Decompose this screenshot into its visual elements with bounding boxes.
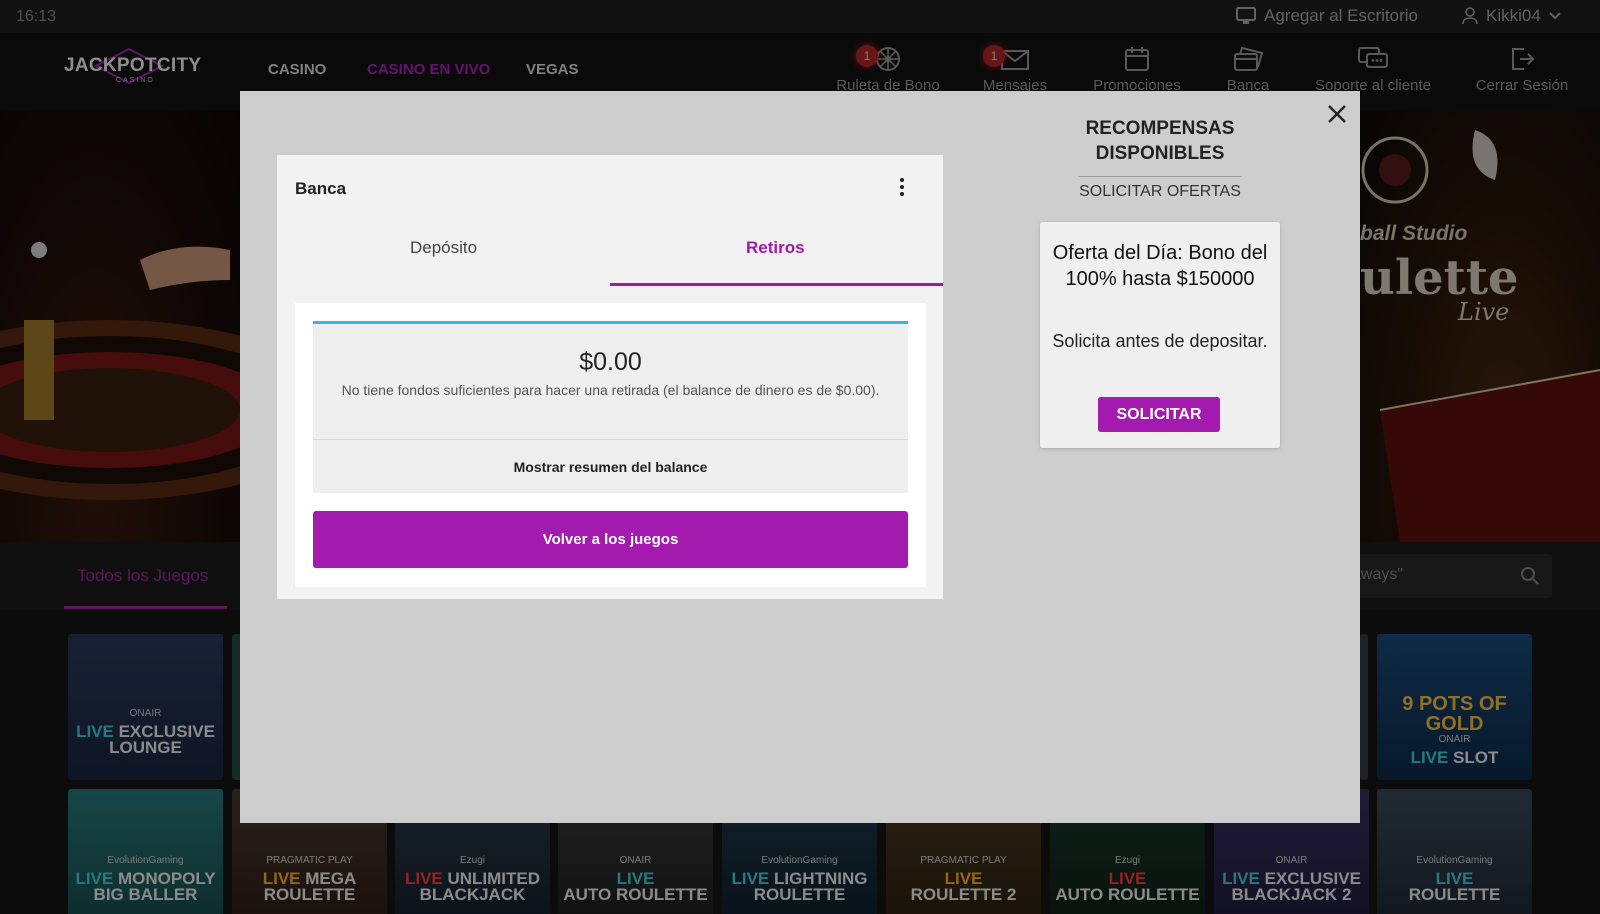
- divider: [1078, 176, 1242, 177]
- offer-card: Oferta del Día: Bono del 100% hasta $150…: [1040, 222, 1280, 448]
- insufficient-funds-message: No tiene fondos suficientes para hacer u…: [341, 382, 880, 398]
- rewards-title: RECOMPENSAS DISPONIBLES: [1085, 118, 1235, 164]
- more-vert-icon[interactable]: [897, 177, 907, 197]
- offer-headline: Oferta del Día: Bono del 100% hasta $150…: [1052, 242, 1268, 290]
- tab-deposit[interactable]: Depósito: [410, 238, 477, 258]
- close-icon[interactable]: [1326, 103, 1348, 125]
- offer-body: Solicita antes de depositar.: [1052, 331, 1268, 351]
- rewards-subtitle: SOLICITAR OFERTAS: [1079, 183, 1241, 200]
- panel-title: Banca: [295, 179, 347, 198]
- withdrawal-content: $0.00 No tiene fondos suficientes para h…: [295, 303, 926, 587]
- show-balance-summary-link[interactable]: Mostrar resumen del balance: [313, 459, 908, 475]
- divider: [313, 439, 908, 440]
- back-to-games-button[interactable]: Volver a los juegos: [313, 511, 908, 568]
- balance-card: $0.00 No tiene fondos suficientes para h…: [313, 321, 908, 493]
- claim-offer-button[interactable]: SOLICITAR: [1098, 397, 1220, 432]
- balance-amount: $0.00: [579, 348, 642, 376]
- active-tab-indicator: [610, 283, 943, 286]
- banking-panel: Banca Depósito Retiros $0.00 No tiene fo…: [277, 155, 943, 599]
- tab-withdrawals[interactable]: Retiros: [746, 238, 805, 258]
